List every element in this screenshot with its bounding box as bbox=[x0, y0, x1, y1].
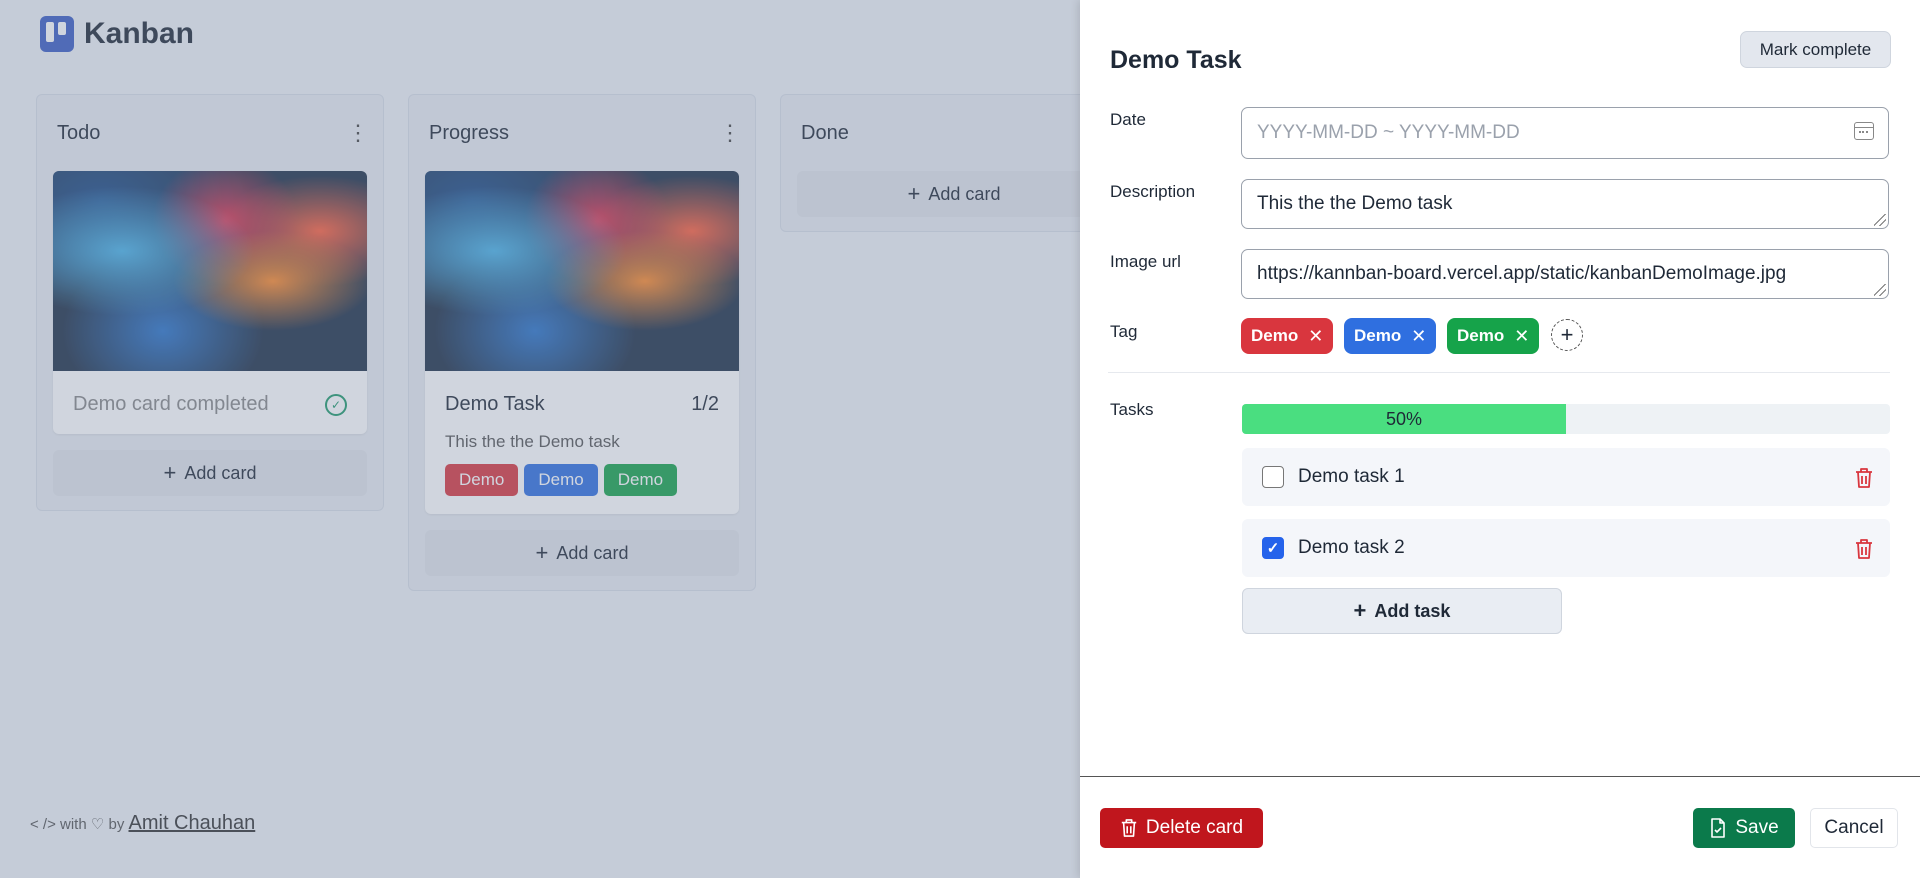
save-file-icon bbox=[1711, 818, 1726, 838]
tag-label: Tag bbox=[1110, 322, 1138, 341]
trash-icon[interactable] bbox=[1854, 538, 1872, 559]
date-range-input[interactable]: YYYY-MM-DD ~ YYYY-MM-DD bbox=[1241, 107, 1889, 159]
tag-pill-green: Demo ✕ bbox=[1447, 318, 1540, 354]
tag-pill-blue: Demo ✕ bbox=[1344, 318, 1437, 354]
description-label: Description bbox=[1110, 182, 1196, 201]
cancel-button[interactable]: Cancel bbox=[1810, 808, 1898, 848]
progress-text: 50% bbox=[1385, 408, 1423, 429]
tag-text: Demo bbox=[1251, 326, 1299, 345]
resize-handle-icon[interactable] bbox=[1874, 284, 1886, 296]
divider bbox=[1108, 372, 1890, 373]
calendar-icon[interactable] bbox=[1854, 122, 1874, 140]
task-name: Demo task 1 bbox=[1298, 466, 1405, 487]
plus-icon: + bbox=[1353, 598, 1367, 623]
delete-card-button[interactable]: Delete card bbox=[1100, 808, 1263, 848]
delete-label: Delete card bbox=[1145, 817, 1244, 838]
image-url-label: Image url bbox=[1110, 252, 1181, 271]
description-input[interactable]: This the the Demo task bbox=[1241, 179, 1889, 229]
tag-text: Demo bbox=[1354, 326, 1402, 345]
image-url-input[interactable]: https://kannban-board.vercel.app/static/… bbox=[1241, 249, 1889, 299]
save-label: Save bbox=[1735, 817, 1779, 838]
tasks-label: Tasks bbox=[1110, 400, 1154, 419]
add-tag-button[interactable]: + bbox=[1551, 319, 1583, 351]
task-row: ✓ Demo task 2 bbox=[1242, 519, 1890, 577]
progress-fill: 50% bbox=[1242, 404, 1566, 434]
task-progress-bar: 50% bbox=[1242, 404, 1890, 434]
add-task-button[interactable]: + Add task bbox=[1242, 588, 1562, 634]
resize-handle-icon[interactable] bbox=[1874, 214, 1886, 226]
tag-text: Demo bbox=[1457, 326, 1505, 345]
date-label: Date bbox=[1110, 110, 1146, 129]
image-url-value: https://kannban-board.vercel.app/static/… bbox=[1257, 263, 1787, 284]
add-task-label: Add task bbox=[1374, 600, 1451, 621]
task-checkbox[interactable]: ✓ bbox=[1262, 537, 1284, 559]
tag-pill-red: Demo ✕ bbox=[1241, 318, 1334, 354]
drawer-title: Demo Task bbox=[1110, 46, 1242, 74]
save-button[interactable]: Save bbox=[1693, 808, 1795, 848]
close-icon[interactable]: ✕ bbox=[1308, 326, 1323, 347]
trash-icon bbox=[1121, 819, 1137, 837]
task-name: Demo task 2 bbox=[1298, 537, 1405, 558]
trash-icon[interactable] bbox=[1854, 467, 1872, 488]
task-checkbox[interactable] bbox=[1262, 466, 1284, 488]
footer-divider bbox=[1080, 776, 1920, 777]
description-value: This the the Demo task bbox=[1257, 193, 1453, 214]
date-placeholder: YYYY-MM-DD ~ YYYY-MM-DD bbox=[1257, 122, 1520, 143]
close-icon[interactable]: ✕ bbox=[1514, 326, 1529, 347]
mark-complete-button[interactable]: Mark complete bbox=[1740, 31, 1891, 68]
close-icon[interactable]: ✕ bbox=[1411, 326, 1426, 347]
task-row: Demo task 1 bbox=[1242, 448, 1890, 506]
